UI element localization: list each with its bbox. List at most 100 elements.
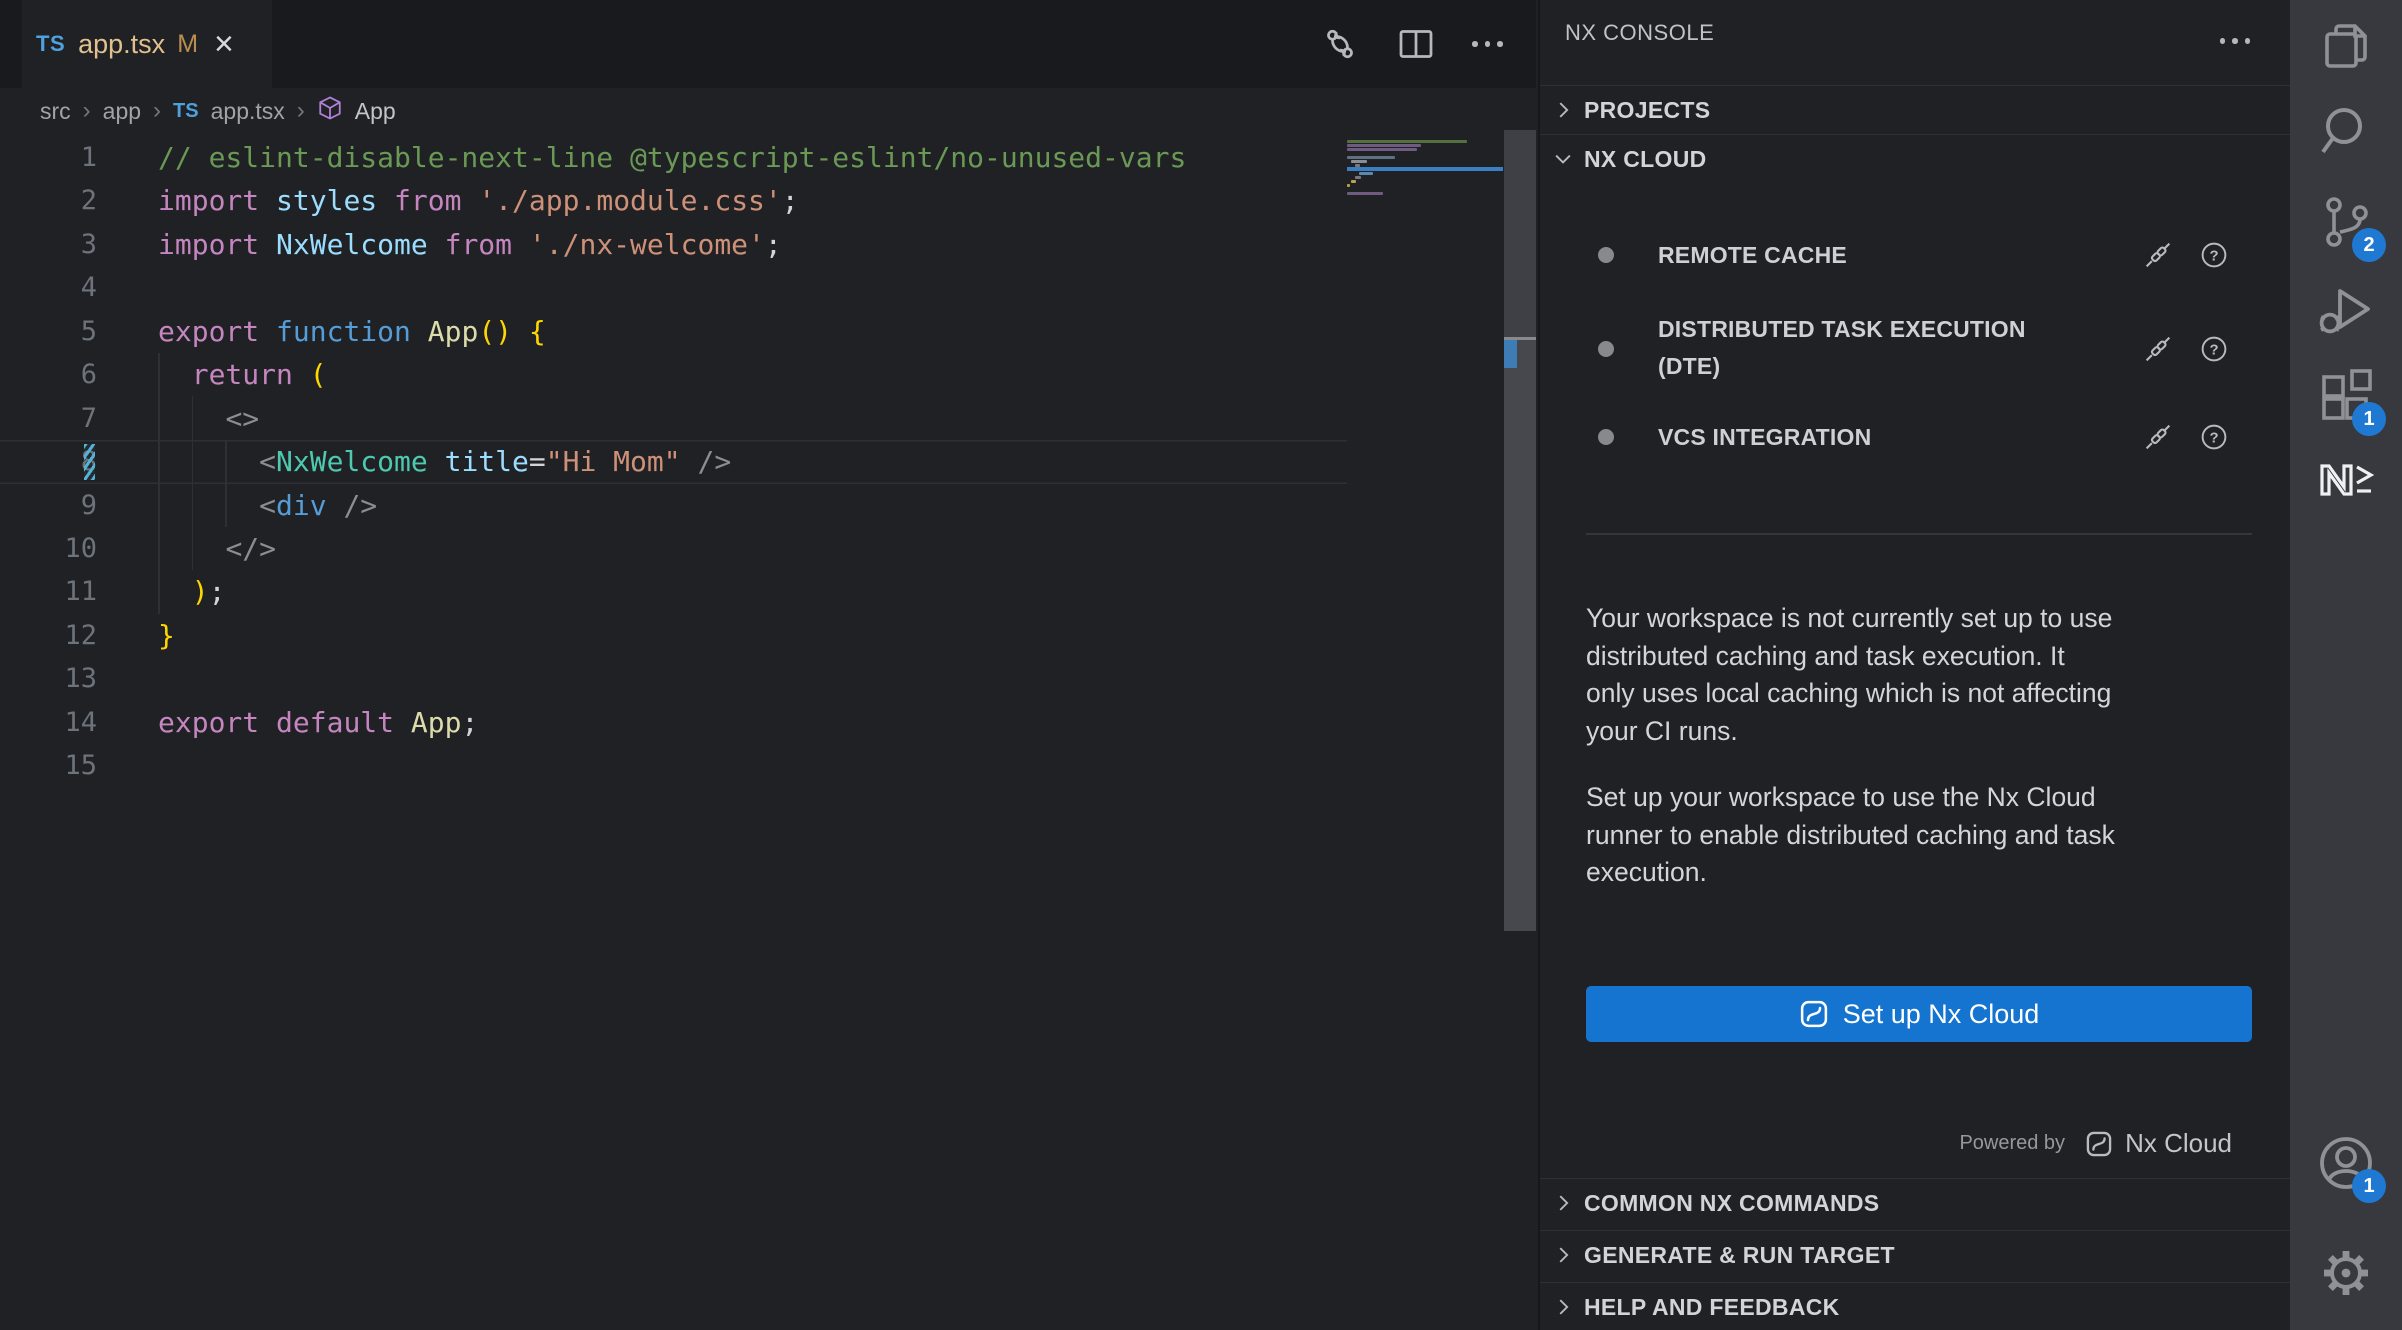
line-number: 15: [0, 744, 97, 787]
code-line: 10 </>: [0, 527, 1347, 570]
line-number: 11: [0, 570, 97, 613]
svg-text:?: ?: [2209, 430, 2218, 446]
section-common-nx-commands[interactable]: COMMON NX COMMANDS: [1540, 1178, 2290, 1227]
connect-icon[interactable]: [2144, 241, 2172, 274]
activity-settings[interactable]: [2314, 1241, 2378, 1305]
open-changes-icon[interactable]: [1320, 24, 1360, 64]
minimap-current-line: [1347, 167, 1503, 172]
scrollbar-track-top: [1504, 130, 1536, 337]
search-icon: [2314, 100, 2378, 164]
account-badge: 1: [2352, 1169, 2386, 1203]
code-lines: 1// eslint-disable-next-line @typescript…: [0, 136, 1347, 788]
status-dot-icon: [1598, 429, 1614, 445]
sidebar-more-icon[interactable]: [2220, 38, 2251, 44]
activity-source-control[interactable]: 2: [2314, 190, 2378, 254]
minimap-line: [1347, 144, 1421, 147]
typescript-file-icon: TS: [36, 31, 65, 57]
tab-app-tsx[interactable]: TS app.tsx M ×: [22, 0, 272, 88]
setup-nx-cloud-button[interactable]: Set up Nx Cloud: [1586, 986, 2252, 1042]
line-number: 6: [0, 353, 97, 396]
cloud-item-vcs: VCS INTEGRATION ?: [1540, 412, 2290, 462]
breadcrumb-item-symbol[interactable]: App: [355, 98, 396, 125]
minimap-content: [1347, 140, 1503, 235]
breadcrumb-item-file[interactable]: app.tsx: [211, 98, 285, 125]
split-editor-icon[interactable]: [1396, 24, 1436, 64]
nx-cloud-logo-icon: [1799, 999, 1829, 1029]
line-number: 9: [0, 484, 97, 527]
extensions-badge: 1: [2352, 402, 2386, 436]
code-line: 15: [0, 744, 1347, 787]
source-control-badge: 2: [2352, 228, 2386, 262]
code-line: 4: [0, 266, 1347, 309]
minimap-line: [1347, 156, 1395, 159]
sidebar-title: NX CONSOLE: [1565, 20, 1714, 46]
line-number: 3: [0, 223, 97, 266]
section-help-and-feedback[interactable]: HELP AND FEEDBACK: [1540, 1282, 2290, 1330]
overview-modified-marker: [1504, 340, 1517, 368]
activity-run-debug[interactable]: [2314, 278, 2378, 342]
sidebar-titlebar: NX CONSOLE: [1540, 0, 2290, 66]
help-icon[interactable]: ?: [2200, 423, 2228, 456]
chevron-down-icon: [1552, 148, 1574, 170]
code-line: 12}: [0, 614, 1347, 657]
scrollbar-thumb[interactable]: [1504, 340, 1536, 931]
powered-by-label: Powered by: [1959, 1132, 2065, 1155]
nx-logo-icon: [2314, 448, 2378, 512]
vscode-window: TS app.tsx M ×: [0, 0, 2402, 1330]
minimap[interactable]: [1347, 140, 1503, 235]
editor-group: TS app.tsx M ×: [0, 0, 1536, 1330]
gear-icon: [2314, 1241, 2378, 1305]
line-number: 4: [0, 266, 97, 309]
status-dot-icon: [1598, 247, 1614, 263]
section-projects[interactable]: PROJECTS: [1540, 85, 2290, 134]
breadcrumb-separator: ›: [83, 97, 91, 125]
code-line: 11 );: [0, 570, 1347, 613]
nx-console-sidebar: NX CONSOLE PROJECTS NX CLOUD REMOTE CACH…: [1538, 0, 2290, 1330]
activity-account[interactable]: 1: [2314, 1131, 2378, 1195]
minimap-line: [1351, 160, 1367, 163]
close-icon[interactable]: ×: [214, 27, 234, 61]
code-editor[interactable]: 1// eslint-disable-next-line @typescript…: [0, 134, 1347, 788]
line-number: 14: [0, 701, 97, 744]
symbol-cube-icon: [317, 95, 343, 127]
connect-icon[interactable]: [2144, 423, 2172, 456]
activity-explorer[interactable]: [2314, 14, 2378, 78]
indent-guide: [225, 440, 227, 527]
activity-nx-console[interactable]: [2314, 448, 2378, 512]
code-line: 3import NxWelcome from './nx-welcome';: [0, 223, 1347, 266]
minimap-line: [1347, 140, 1467, 143]
section-nx-cloud[interactable]: NX CLOUD: [1540, 134, 2290, 183]
line-number: 1: [0, 136, 97, 179]
breadcrumb-separator: ›: [153, 97, 161, 125]
help-icon[interactable]: ?: [2200, 241, 2228, 274]
minimap-line: [1347, 148, 1417, 151]
activity-search[interactable]: [2314, 100, 2378, 164]
chevron-right-icon: [1552, 1296, 1574, 1318]
more-actions-icon[interactable]: [1472, 41, 1503, 47]
code-line: 7 <>: [0, 397, 1347, 440]
editor-scrollbar: [1504, 130, 1536, 1330]
breadcrumb-item-app[interactable]: app: [103, 98, 141, 125]
git-modified-badge: M: [177, 30, 198, 59]
code-line: 1// eslint-disable-next-line @typescript…: [0, 136, 1347, 179]
cloud-item-remote-cache: REMOTE CACHE ?: [1540, 230, 2290, 280]
activity-bar: 2 1 1: [2290, 0, 2402, 1330]
minimap-line: [1359, 172, 1373, 175]
gutter-modified-marker: [84, 444, 95, 480]
workspace-status-text: Your workspace is not currently set up t…: [1586, 600, 2262, 750]
line-number: 12: [0, 614, 97, 657]
line-number: 7: [0, 397, 97, 440]
line-number: 5: [0, 310, 97, 353]
line-number: 8: [0, 440, 97, 483]
connect-icon[interactable]: [2144, 335, 2172, 368]
code-line: 9 <div />: [0, 484, 1347, 527]
help-icon[interactable]: ?: [2200, 335, 2228, 368]
breadcrumb: src › app › TS app.tsx › App: [40, 88, 396, 134]
activity-extensions[interactable]: 1: [2314, 364, 2378, 428]
code-line: 6 return (: [0, 353, 1347, 396]
breadcrumb-item-src[interactable]: src: [40, 98, 71, 125]
section-generate-run-target[interactable]: GENERATE & RUN TARGET: [1540, 1230, 2290, 1279]
typescript-file-icon: TS: [173, 100, 199, 123]
chevron-right-icon: [1552, 1244, 1574, 1266]
minimap-line: [1347, 184, 1350, 187]
